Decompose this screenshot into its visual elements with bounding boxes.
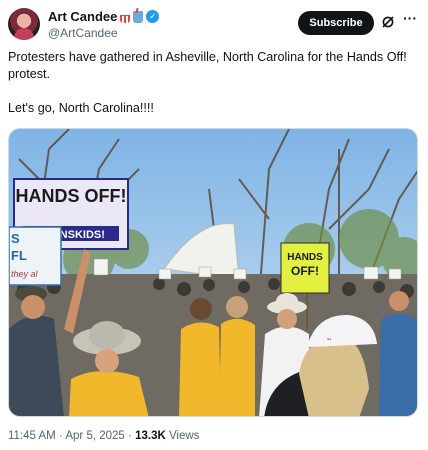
popcorn-icon: [120, 10, 131, 23]
views-label: Views: [168, 430, 200, 442]
verified-badge-icon[interactable]: ✓: [146, 10, 160, 23]
author-name-line: Art Candee ✓: [48, 9, 160, 24]
sign-hands-off-text: HANDS OFF!: [16, 186, 127, 206]
meta-separator: ·: [58, 430, 63, 442]
author-handle[interactable]: @ArtCandee: [48, 26, 118, 40]
tweet-text-line-1: Protesters have gathered in Asheville, N…: [8, 50, 407, 81]
tweet-meta: 11:45 AM · Apr 5, 2025 · 13.3K Views: [8, 430, 199, 442]
tweet-text-line-2: Let's go, North Carolina!!!!: [8, 101, 154, 115]
protest-photo-illustration: HANDS OFF! TRANSKIDS! S FL they al HANDS…: [9, 129, 417, 416]
more-icon[interactable]: ···: [402, 11, 418, 28]
author-name[interactable]: Art Candee: [48, 9, 117, 24]
tweet-date[interactable]: Apr 5, 2025: [65, 430, 124, 442]
sign-left-line-2: FL: [11, 248, 27, 263]
cup-icon: [133, 10, 144, 23]
left-partial-sign: S FL they al: [9, 226, 62, 286]
subscribe-button[interactable]: Subscribe: [298, 11, 374, 35]
sign-left-line-1: S: [11, 231, 20, 246]
tweet-photo[interactable]: HANDS OFF! TRANSKIDS! S FL they al HANDS…: [8, 128, 418, 417]
svg-text:▪▪: ▪▪: [327, 337, 331, 343]
grok-icon[interactable]: [381, 15, 395, 29]
avatar[interactable]: [8, 8, 40, 40]
views-count: 13.3K: [135, 430, 166, 442]
tweet-text: Protesters have gathered in Asheville, N…: [8, 49, 420, 117]
meta-separator-2: ·: [128, 430, 132, 442]
sign-yellow-line-2: OFF!: [291, 264, 319, 278]
tweet-time[interactable]: 11:45 AM: [8, 430, 56, 442]
sign-left-line-3: they al: [11, 269, 39, 279]
sign-yellow-line-1: HANDS: [287, 252, 323, 263]
